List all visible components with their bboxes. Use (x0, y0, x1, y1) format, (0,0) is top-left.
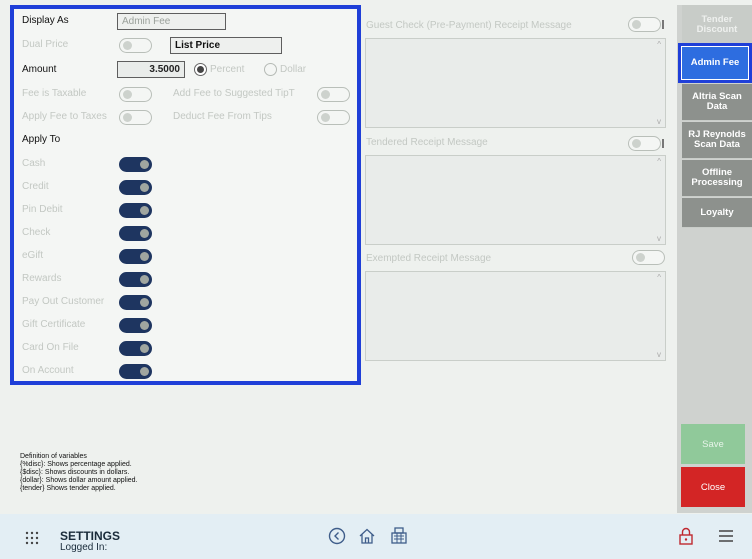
percent-radio[interactable] (194, 63, 207, 76)
bottom-bar: SETTINGS Logged In: (0, 514, 752, 559)
save-button[interactable]: Save (681, 424, 745, 464)
dual-price-label: Dual Price (22, 39, 69, 50)
scroll-down-arrow-icon[interactable]: v (657, 350, 661, 359)
scroll-up-arrow-icon[interactable]: ^ (657, 273, 661, 282)
tendered-message-toggle[interactable] (628, 136, 664, 151)
sidebar-item-rj-reynolds-scan-data[interactable]: RJ Reynolds Scan Data (682, 122, 752, 159)
apply-to-label-on-account: On Account (22, 365, 74, 376)
sidebar-item-admin-fee-label: Admin Fee (681, 46, 749, 80)
definition-line: {dollar}: Shows dollar amount applied. (20, 477, 138, 484)
sidebar-item-tender-discount[interactable]: Tender Discount (682, 5, 752, 44)
sidebar-item-altria-scan-data[interactable]: Altria Scan Data (682, 84, 752, 121)
dual-price-toggle[interactable] (119, 38, 152, 53)
sidebar-item-loyalty[interactable]: Loyalty (682, 198, 752, 228)
back-icon[interactable] (328, 527, 346, 548)
deduct-fee-tips-label: Deduct Fee From Tips (173, 111, 272, 122)
amount-input[interactable]: 3.5000 (117, 61, 185, 78)
exempted-message-label: Exempted Receipt Message (366, 253, 492, 264)
add-fee-tip-toggle[interactable] (317, 87, 350, 102)
tendered-message-textarea[interactable]: ^ v (365, 155, 666, 245)
apply-to-label-egift: eGift (22, 250, 44, 261)
scroll-up-arrow-icon[interactable]: ^ (657, 40, 661, 49)
apply-to-toggle-gift-certificate[interactable] (119, 318, 152, 333)
amount-label: Amount (22, 64, 57, 75)
apply-to-label-cash: Cash (22, 158, 46, 169)
tendered-message-label: Tendered Receipt Message (366, 137, 488, 148)
apply-to-label-gift-certificate: Gift Certificate (22, 319, 86, 330)
apply-to-label-rewards: Rewards (22, 273, 62, 284)
guest-check-message-textarea[interactable]: ^ v (365, 38, 666, 128)
apply-fee-taxes-toggle[interactable] (119, 110, 152, 125)
percent-label: Percent (210, 64, 245, 75)
exempted-message-toggle[interactable] (632, 250, 665, 265)
dollar-label: Dollar (280, 64, 307, 75)
apply-to-toggle-pin-debit[interactable] (119, 203, 152, 218)
display-as-input[interactable]: Admin Fee (117, 13, 226, 30)
apply-to-label-card-on-file: Card On File (22, 342, 79, 353)
definition-line: {$disc}: Shows discounts in dollars. (20, 469, 130, 476)
apply-to-toggle-credit[interactable] (119, 180, 152, 195)
scroll-down-arrow-icon[interactable]: v (657, 234, 661, 243)
apply-to-toggle-card-on-file[interactable] (119, 341, 152, 356)
close-button[interactable]: Close (681, 467, 745, 507)
apply-to-label-check: Check (22, 227, 51, 238)
apply-fee-taxes-label: Apply Fee to Taxes (22, 111, 107, 122)
apply-to-toggle-cash[interactable] (119, 157, 152, 172)
logged-in-status: Logged In: (60, 542, 108, 553)
home-icon[interactable] (358, 527, 376, 548)
app-grid-icon[interactable] (25, 531, 39, 545)
apply-to-toggle-rewards[interactable] (119, 272, 152, 287)
menu-icon[interactable] (718, 529, 734, 546)
dollar-radio[interactable] (264, 63, 277, 76)
sidebar-item-admin-fee[interactable]: Admin Fee (678, 43, 752, 83)
fee-taxable-label: Fee is Taxable (22, 88, 87, 99)
variable-definitions: Definition of variables {%disc}: Shows p… (20, 453, 138, 493)
guest-check-message-toggle[interactable] (628, 17, 664, 32)
exempted-message-textarea[interactable]: ^ v (365, 271, 666, 361)
definition-line: {tender} Shows tender applied. (20, 485, 116, 492)
apply-to-toggle-egift[interactable] (119, 249, 152, 264)
apply-to-toggle-pay-out-customer[interactable] (119, 295, 152, 310)
list-price-input[interactable]: List Price (170, 37, 282, 54)
sidebar-item-offline-processing[interactable]: Offline Processing (682, 160, 752, 197)
scroll-down-arrow-icon[interactable]: v (657, 117, 661, 126)
apply-to-label-pin-debit: Pin Debit (22, 204, 63, 215)
definition-line: {%disc}: Shows percentage applied. (20, 461, 132, 468)
definitions-title: Definition of variables (20, 453, 87, 460)
lock-icon[interactable] (678, 527, 694, 548)
apply-to-toggle-check[interactable] (119, 226, 152, 241)
apply-to-label: Apply To (22, 134, 61, 145)
admin-fee-settings-panel: Display As Admin Fee Dual Price List Pri… (10, 5, 361, 385)
page-title: SETTINGS (60, 529, 121, 543)
scroll-up-arrow-icon[interactable]: ^ (657, 157, 661, 166)
display-as-label: Display As (22, 15, 69, 26)
apply-to-toggle-on-account[interactable] (119, 364, 152, 379)
fee-taxable-toggle[interactable] (119, 87, 152, 102)
guest-check-message-label: Guest Check (Pre-Payment) Receipt Messag… (366, 20, 572, 31)
apply-to-label-credit: Credit (22, 181, 49, 192)
apply-to-label-pay-out-customer: Pay Out Customer (22, 296, 105, 307)
register-icon[interactable] (390, 526, 408, 548)
deduct-fee-tips-toggle[interactable] (317, 110, 350, 125)
add-fee-tip-label: Add Fee to Suggested TipT (173, 88, 295, 99)
